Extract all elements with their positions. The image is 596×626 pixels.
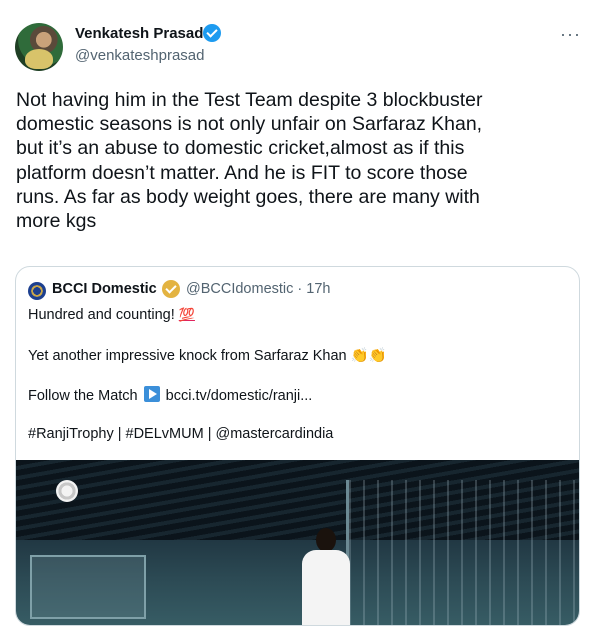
verified-org-icon [162,280,180,298]
play-icon [143,386,160,402]
quoted-line-1: Hundred and counting! 💯 [28,307,195,323]
quoted-line-2: Yet another impressive knock from Sarfar… [28,348,387,364]
quoted-handle-time: @BCCIdomestic · 17h [186,281,330,297]
quoted-avatar[interactable] [28,282,46,300]
quoted-time[interactable]: · 17h [297,281,330,297]
verified-icon [203,24,221,42]
avatar[interactable] [15,23,63,71]
quoted-author-name[interactable]: BCCI Domestic [52,281,157,297]
tweet-text: Not having him in the Test Team despite … [16,89,483,233]
more-options-icon[interactable]: ··· [560,25,581,43]
quoted-media-image[interactable] [16,460,579,625]
author-name[interactable]: Venkatesh Prasad [75,25,203,42]
match-link[interactable]: bcci.tv/domestic/ranji... [166,388,313,404]
hundred-emoji-icon: 💯 [178,307,195,322]
clap-emoji-icon: 👏👏 [350,348,387,364]
author-handle[interactable]: @venkateshprasad [75,47,204,64]
quoted-tweet-card[interactable]: BCCI Domestic @BCCIdomestic · 17h Hundre… [15,266,580,626]
bcci-crest-icon [56,480,78,502]
quoted-hashtags[interactable]: #RanjiTrophy | #DELvMUM | @mastercardind… [28,426,333,442]
quoted-line-3: Follow the Match bcci.tv/domestic/ranji.… [28,386,313,404]
quoted-handle[interactable]: @BCCIdomestic [186,281,293,297]
